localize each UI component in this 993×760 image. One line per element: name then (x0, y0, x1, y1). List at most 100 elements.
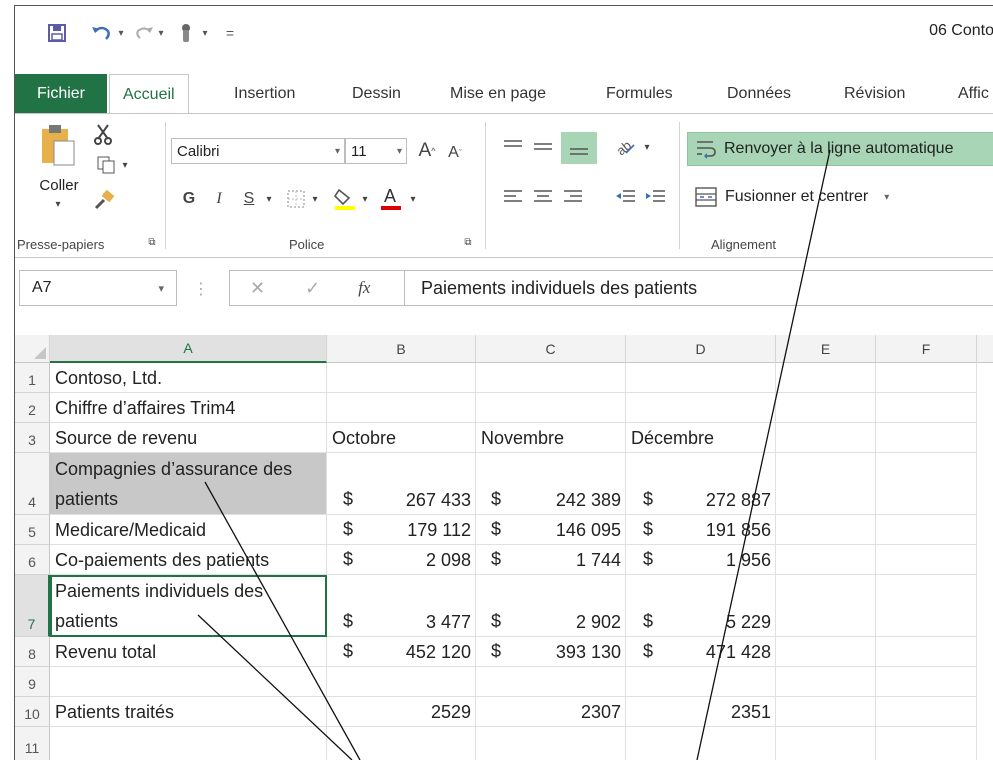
tab-mise-en-page[interactable]: Mise en page (450, 74, 546, 114)
cell-a10[interactable]: Patients traités (50, 697, 327, 727)
redo-icon[interactable] (133, 20, 155, 46)
align-middle-icon[interactable] (529, 134, 557, 160)
grid-cell[interactable] (876, 453, 977, 515)
customize-qat-icon[interactable]: = (223, 20, 237, 46)
merge-center-button[interactable]: Fusionner et centrer ▾ (695, 182, 889, 212)
tab-formules[interactable]: Formules (606, 74, 673, 114)
fill-color-icon[interactable] (331, 184, 359, 212)
select-all-corner[interactable] (15, 335, 50, 363)
cell-a1[interactable]: Contoso, Ltd. (50, 363, 327, 393)
row-header-1[interactable]: 1 (15, 363, 50, 393)
cell-b10[interactable]: 2529 (327, 697, 476, 727)
format-painter-icon[interactable] (91, 188, 117, 212)
paste-icon[interactable] (35, 122, 81, 168)
wrap-text-button[interactable]: Renvoyer à la ligne automatique (687, 132, 993, 166)
save-icon[interactable] (45, 20, 69, 46)
underline-dropdown-icon[interactable]: ▾ (263, 190, 275, 208)
row-header-11[interactable]: 11 (15, 727, 50, 760)
grid-cell[interactable] (876, 363, 977, 393)
column-header-g[interactable] (977, 335, 993, 363)
cell-b3[interactable]: Octobre (327, 423, 476, 453)
grid-cell[interactable] (776, 667, 876, 697)
row-header-3[interactable]: 3 (15, 423, 50, 453)
grid-cell[interactable] (626, 727, 776, 760)
grid-cell[interactable] (776, 697, 876, 727)
clipboard-launcher-icon[interactable]: ⧉ (145, 235, 159, 249)
align-bottom-icon[interactable] (561, 132, 597, 164)
borders-dropdown-icon[interactable]: ▾ (309, 190, 321, 208)
grid-cell[interactable] (50, 667, 327, 697)
grid-cell[interactable] (776, 363, 876, 393)
grid-cell[interactable] (876, 637, 977, 667)
cell-a5[interactable]: Medicare/Medicaid (50, 515, 327, 545)
column-header-e[interactable]: E (776, 335, 876, 363)
column-header-f[interactable]: F (876, 335, 977, 363)
italic-button[interactable]: I (209, 186, 229, 212)
grid-cell[interactable] (876, 515, 977, 545)
cell-a2[interactable]: Chiffre d’affaires Trim4 (50, 393, 327, 423)
column-header-b[interactable]: B (327, 335, 476, 363)
name-box-dropdown-icon[interactable]: ▾ (158, 282, 164, 295)
grid-cell[interactable] (476, 667, 626, 697)
name-box[interactable]: A7 ▾ (19, 270, 177, 306)
align-left-icon[interactable] (499, 184, 527, 210)
grid-cell[interactable] (776, 453, 876, 515)
grid-cell[interactable] (876, 697, 977, 727)
cell-c3[interactable]: Novembre (476, 423, 626, 453)
fill-color-dropdown-icon[interactable]: ▾ (359, 190, 371, 208)
row-header-7[interactable]: 7 (15, 575, 50, 637)
cell-c10[interactable]: 2307 (476, 697, 626, 727)
cell-a4[interactable]: Compagnies d’assurance des patients (50, 453, 327, 515)
grid-cell[interactable] (776, 637, 876, 667)
paste-label[interactable]: Coller (31, 174, 87, 196)
align-center-icon[interactable] (529, 184, 557, 210)
cell-d10[interactable]: 2351 (626, 697, 776, 727)
column-header-a[interactable]: A (50, 335, 327, 363)
copy-dropdown-icon[interactable]: ▾ (119, 158, 131, 172)
cut-icon[interactable] (91, 122, 115, 146)
font-color-dropdown-icon[interactable]: ▾ (407, 190, 419, 208)
grid-cell[interactable] (476, 727, 626, 760)
grid-cell[interactable] (776, 727, 876, 760)
grid-cell[interactable] (476, 393, 626, 423)
grid-cell[interactable] (876, 545, 977, 575)
formula-input[interactable]: Paiements individuels des patients (405, 270, 993, 306)
borders-icon[interactable] (283, 186, 309, 212)
grid-cell[interactable] (876, 575, 977, 637)
tab-revision[interactable]: Révision (844, 74, 905, 114)
grid-cell[interactable] (776, 423, 876, 453)
cell-a7[interactable]: Paiements individuels des patients (50, 575, 327, 637)
undo-icon[interactable] (87, 20, 115, 46)
grid-cell[interactable] (876, 667, 977, 697)
paste-dropdown-icon[interactable]: ▾ (51, 198, 65, 210)
row-header-5[interactable]: 5 (15, 515, 50, 545)
tab-dessin[interactable]: Dessin (352, 74, 401, 114)
cell-a6[interactable]: Co-paiements des patients (50, 545, 327, 575)
tab-fichier[interactable]: Fichier (15, 74, 107, 114)
bold-button[interactable]: G (179, 186, 199, 212)
tab-insertion[interactable]: Insertion (234, 74, 295, 114)
tab-donnees[interactable]: Données (727, 74, 791, 114)
font-size-select[interactable]: 11 ▾ (345, 138, 407, 164)
font-launcher-icon[interactable]: ⧉ (461, 235, 475, 249)
orientation-icon[interactable]: ab (611, 134, 639, 160)
touch-dropdown-icon[interactable]: ▾ (199, 20, 211, 46)
grid-cell[interactable] (327, 393, 476, 423)
grid-cell[interactable] (776, 575, 876, 637)
cell-a3[interactable]: Source de revenu (50, 423, 327, 453)
grid-cell[interactable] (476, 363, 626, 393)
shrink-font-icon[interactable]: Aˇ (443, 140, 467, 166)
grid-cell[interactable] (776, 515, 876, 545)
column-header-c[interactable]: C (476, 335, 626, 363)
orientation-dropdown-icon[interactable]: ▾ (641, 140, 653, 154)
align-right-icon[interactable] (559, 184, 587, 210)
row-header-2[interactable]: 2 (15, 393, 50, 423)
undo-dropdown-icon[interactable]: ▾ (115, 20, 127, 46)
font-color-icon[interactable]: A (377, 184, 405, 212)
grid-cell[interactable] (626, 363, 776, 393)
touch-mode-icon[interactable] (175, 20, 197, 46)
grid-cell[interactable] (876, 393, 977, 423)
row-header-9[interactable]: 9 (15, 667, 50, 697)
copy-icon[interactable] (91, 154, 121, 176)
align-top-icon[interactable] (499, 134, 527, 160)
